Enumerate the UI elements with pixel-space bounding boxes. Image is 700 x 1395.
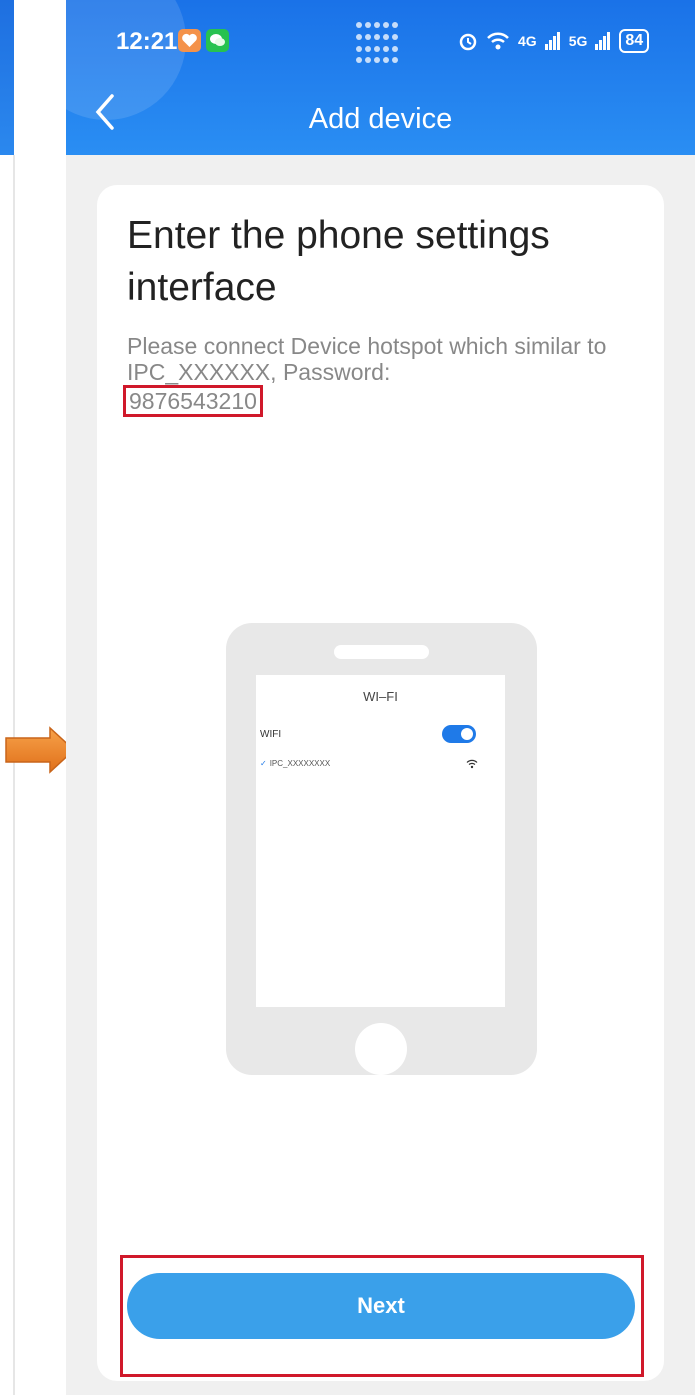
page-title: Add device (308, 103, 453, 135)
illustration-wifi-label: WIFI (260, 729, 282, 740)
wifi-icon (487, 32, 509, 50)
signal-bars-icon (595, 32, 611, 50)
password-value: 9876543210 (123, 385, 263, 417)
check-icon: ✓ (260, 759, 267, 768)
illustration-network-name: IPC_XXXXXXXX (269, 759, 331, 768)
illustration-screen: WI–FI WIFI ✓ IPC_XXXXXXXX (256, 675, 505, 1007)
status-time: 12:21 (116, 28, 178, 55)
phone-screen: 12:21 4G 5G 84 Add device Enter the phon… (66, 0, 695, 1395)
heart-app-icon (178, 29, 201, 52)
notification-dots-icon (356, 22, 400, 66)
status-icons: 4G 5G 84 (458, 26, 650, 56)
phone-illustration: WI–FI WIFI ✓ IPC_XXXXXXXX (226, 623, 537, 1075)
instruction-text: Please connect Device hotspot which simi… (123, 333, 647, 417)
illustration-network-row: ✓ IPC_XXXXXXXX (260, 759, 330, 768)
divider (13, 155, 15, 1395)
signal-bars-icon (544, 32, 560, 50)
home-button-illustration (355, 1023, 407, 1075)
app-header: 12:21 4G 5G 84 Add device (66, 0, 695, 155)
signal-5g-label: 5G (568, 33, 588, 49)
wifi-signal-icon (466, 759, 478, 769)
alarm-icon (459, 33, 477, 51)
illustration-wifi-title: WI–FI (363, 689, 398, 704)
adjacent-screen-edge (0, 0, 14, 155)
signal-4g-label: 4G (518, 33, 537, 49)
chat-app-icon (206, 29, 229, 52)
hotspot-instruction: Please connect Device hotspot which simi… (127, 333, 607, 385)
illustration-wifi-toggle (442, 725, 476, 743)
next-button[interactable]: Next (127, 1273, 635, 1339)
battery-indicator: 84 (619, 29, 650, 53)
instruction-heading: Enter the phone settings interface (127, 214, 550, 309)
